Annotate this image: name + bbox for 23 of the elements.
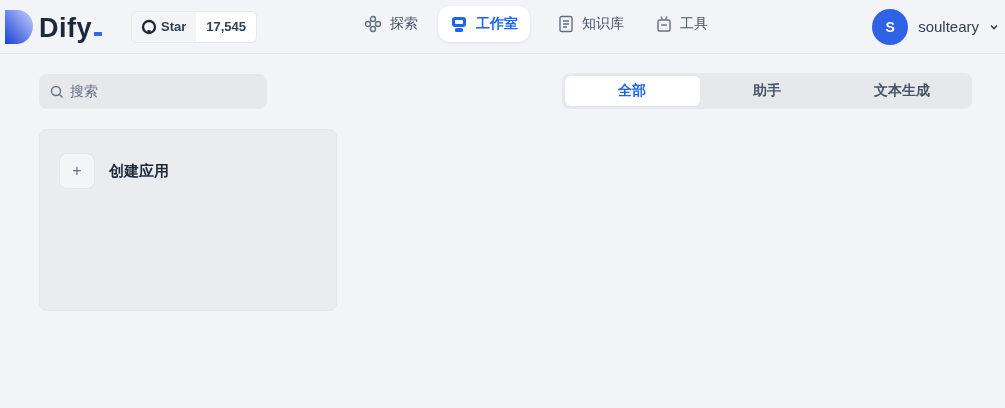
filter-tab[interactable]: 全部 [565,76,700,106]
filter-tab[interactable]: 文本生成 [834,76,969,106]
logo-icon [5,9,33,44]
nav-tab-label: 工作室 [476,15,518,33]
search-field[interactable]: 搜索 [39,73,267,109]
nav-tab[interactable]: 工具 [644,6,720,42]
user-name[interactable]: soulteary [918,18,979,35]
star-count: 17,545 [196,11,257,42]
nav-tab-label: 工具 [680,15,708,33]
logo-cursor-icon [94,31,102,36]
filter-tab[interactable]: 助手 [699,76,835,106]
nav-tab[interactable]: 探索 [352,6,430,42]
nav-tab[interactable]: 知识库 [546,6,636,42]
github-star-button[interactable]: Star 17,545 [131,10,258,43]
logo-text: Dify [39,12,92,44]
nodes-icon [364,15,382,33]
nav-tab-label: 知识库 [582,15,624,33]
document-icon [558,15,574,33]
nav-tab-label: 探索 [390,15,418,33]
create-app-label[interactable]: 创建应用 [109,161,169,181]
plus-button[interactable]: + [59,153,95,189]
user-avatar[interactable]: S [872,8,909,45]
nav-tab[interactable]: 工作室 [438,6,530,42]
